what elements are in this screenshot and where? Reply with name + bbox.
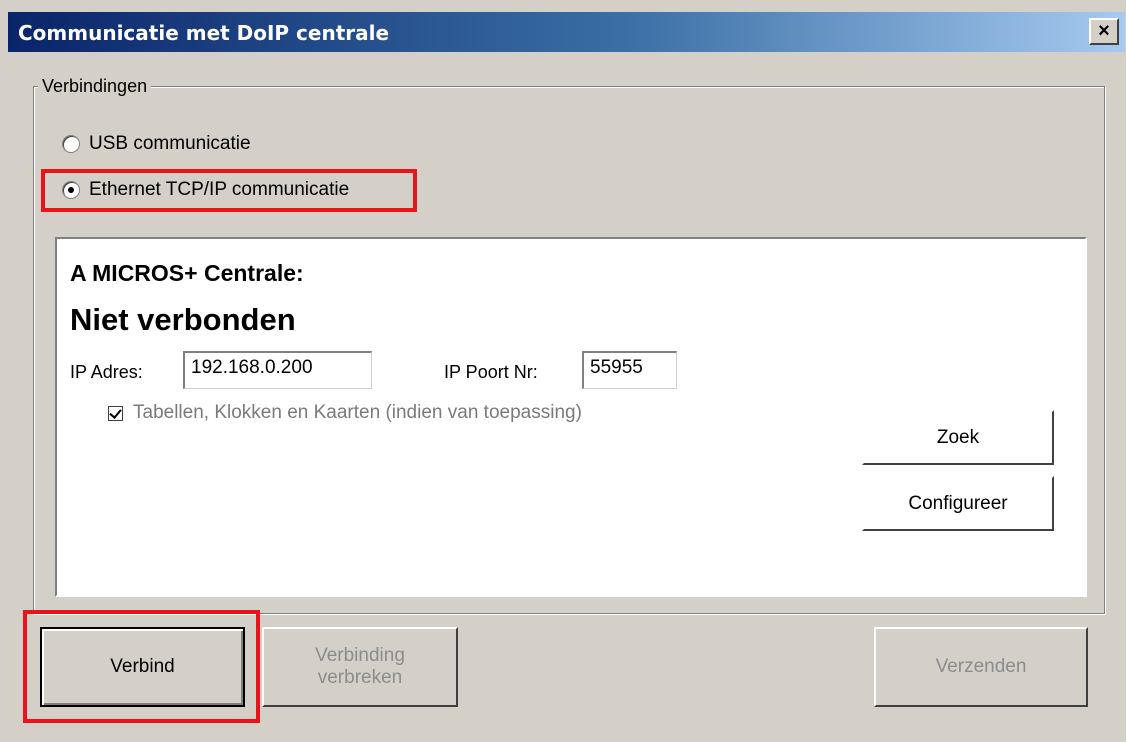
send-button-label: Verzenden xyxy=(935,656,1027,677)
ip-port-label: IP Poort Nr: xyxy=(444,362,538,382)
close-button[interactable]: × xyxy=(1089,18,1119,45)
configure-button-label: Configureer xyxy=(908,492,1008,514)
search-button[interactable]: Zoek xyxy=(862,410,1054,465)
dialog-window: Communicatie met DoIP centrale × Verbind… xyxy=(0,0,1127,742)
search-button-label: Zoek xyxy=(936,426,980,448)
highlight-ethernet-option xyxy=(41,169,417,212)
connection-status: Niet verbonden xyxy=(70,302,296,337)
radio-usb[interactable]: USB communicatie xyxy=(62,133,251,155)
tables-checkbox-label: Tabellen, Klokken en Kaarten (indien van… xyxy=(133,402,582,423)
ip-port-input[interactable]: 55955 xyxy=(582,351,677,389)
ip-address-label: IP Adres: xyxy=(70,362,143,382)
close-icon: × xyxy=(1098,20,1110,42)
disconnect-label-line2: verbreken xyxy=(317,667,403,688)
title-bar[interactable]: Communicatie met DoIP centrale × xyxy=(8,12,1125,52)
disconnect-button-label: Verbinding verbreken xyxy=(315,645,405,689)
connections-group-label: Verbindingen xyxy=(38,76,152,97)
highlight-connect-button xyxy=(23,610,260,723)
device-name: A MICROS+ Centrale: xyxy=(70,260,304,286)
disconnect-button[interactable]: Verbinding verbreken xyxy=(262,627,458,707)
send-button[interactable]: Verzenden xyxy=(874,627,1088,707)
disconnect-label-line1: Verbinding xyxy=(315,645,405,666)
tables-checkbox[interactable] xyxy=(108,405,123,421)
ip-address-input[interactable]: 192.168.0.200 xyxy=(183,351,372,389)
radio-usb-icon[interactable] xyxy=(62,135,80,153)
tables-checkbox-row[interactable]: Tabellen, Klokken en Kaarten (indien van… xyxy=(108,402,582,424)
configure-button[interactable]: Configureer xyxy=(862,476,1054,531)
radio-usb-label: USB communicatie xyxy=(89,133,251,154)
window-title: Communicatie met DoIP centrale xyxy=(18,21,390,45)
